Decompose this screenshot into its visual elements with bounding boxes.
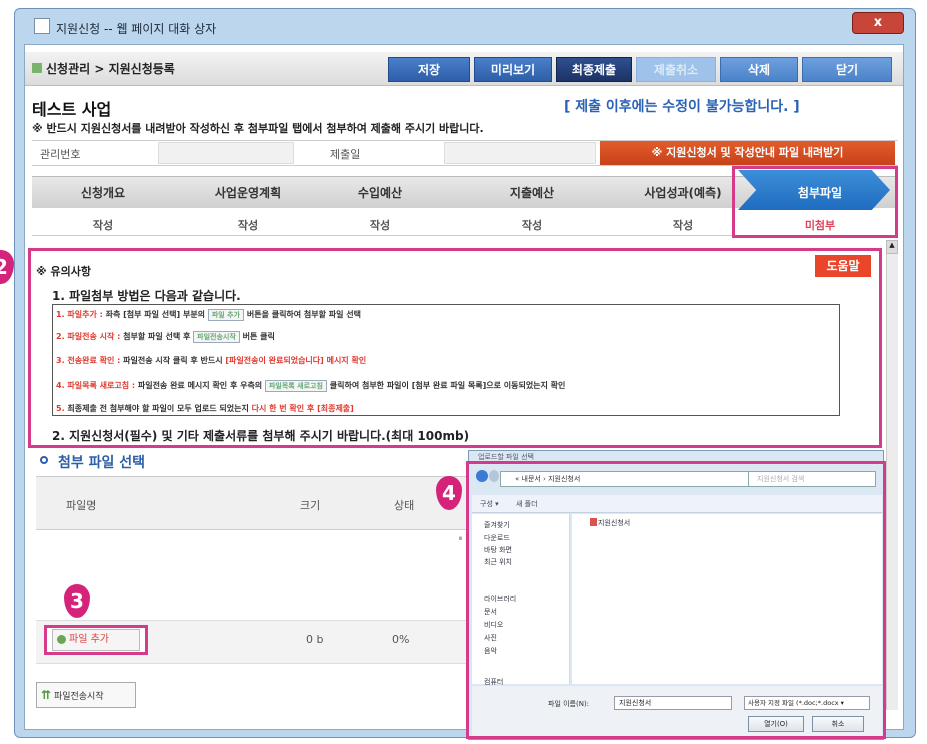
column-status: 상태 <box>394 499 415 512</box>
tab-overview[interactable]: 신청개요 <box>48 184 158 201</box>
add-file-button[interactable]: 파일 추가 <box>52 629 140 651</box>
step-key: 1. 파일추가 : <box>56 310 103 319</box>
add-icon <box>57 634 66 644</box>
step-tail: 버튼 클릭 <box>242 332 275 341</box>
guide-step-2: 2. 파일전송 시작 : 첨부할 파일 선택 후 파일전송시작 버튼 클릭 <box>56 331 275 343</box>
window-close-button[interactable]: x <box>852 12 904 34</box>
guide-heading: ※ 유의사항 <box>36 265 92 278</box>
guide-step-1: 1. 파일추가 : 좌측 [첨부 파일 선택] 부분의 파일 추가 버튼을 클릭… <box>56 309 361 321</box>
column-size: 크기 <box>300 499 321 512</box>
file-size: 0 b <box>306 633 324 646</box>
cancel-submit-button: 제출취소 <box>636 57 716 82</box>
step-text: 파일전송 시작 클릭 후 반드시 <box>123 356 223 365</box>
grid-icon <box>32 63 42 73</box>
step-text: 첨부할 파일 선택 후 <box>123 332 191 341</box>
guide-step-4: 4. 파일목록 새로고침 : 파일전송 완료 메시지 확인 후 우측의 파일목록… <box>56 380 565 392</box>
submit-date-value <box>444 142 596 164</box>
step-tail: 클릭하여 첨부한 파일이 [첨부 완료 파일 목록]으로 이동되었는지 확인 <box>329 381 566 390</box>
guide-step-5: 5. 최종제출 전 첨부해야 할 파일이 모두 업로드 되었는지 다시 한 번 … <box>56 403 354 414</box>
step-key: 3. 전송완료 확인 : <box>56 356 121 365</box>
delete-button[interactable]: 삭제 <box>720 57 798 82</box>
add-file-label: 파일 추가 <box>69 634 109 645</box>
upload-start-label: 파일전송시작 <box>53 692 104 702</box>
tab-income-budget[interactable]: 수입예산 <box>330 184 430 201</box>
bullet-circle-icon <box>40 456 48 464</box>
tab-expense-budget[interactable]: 지출예산 <box>482 184 582 201</box>
window-app-icon <box>34 18 50 34</box>
step-key: 5. <box>56 404 65 413</box>
tab-status: 작성 <box>369 219 391 232</box>
tab-status: 작성 <box>672 219 694 232</box>
step-text: 좌측 [첨부 파일 선택] 부분의 <box>105 310 206 319</box>
upload-start-button[interactable]: ⇈ 파일전송시작 <box>36 682 136 708</box>
guide-h2: 2. 지원신청서(필수) 및 기타 제출서류를 첨부해 주시기 바랍니다.(최대… <box>52 429 470 443</box>
step-tail: 버튼을 클릭하여 첨부할 파일 선택 <box>246 310 362 319</box>
submit-notice: [ 제출 이후에는 수정이 불가능합니다. ] <box>564 99 800 115</box>
final-submit-button[interactable]: 최종제출 <box>556 57 632 82</box>
tab-operation-plan[interactable]: 사업운영계획 <box>188 184 308 201</box>
tab-status: 작성 <box>521 219 543 232</box>
step-key: 4. 파일목록 새로고침 : <box>56 381 136 390</box>
mgmt-no-label: 관리번호 <box>40 148 81 161</box>
step-tail: [파일전송이 완료되었습니다] 메시지 확인 <box>225 356 367 365</box>
highlight-box-dialog <box>466 461 886 739</box>
file-section-title: 첨부 파일 선택 <box>58 455 146 471</box>
tab-performance[interactable]: 사업성과(예측) <box>616 184 750 201</box>
step-text: 파일전송 완료 메시지 확인 후 우측의 <box>137 381 263 390</box>
tab-status: 작성 <box>237 219 259 232</box>
column-file-name: 파일명 <box>66 499 97 512</box>
close-button[interactable]: 닫기 <box>802 57 892 82</box>
guide-h1: 1. 파일첨부 방법은 다음과 같습니다. <box>52 289 241 303</box>
mgmt-no-value <box>158 142 294 164</box>
tab-status: 작성 <box>92 219 114 232</box>
loading-indicator: · <box>456 522 465 555</box>
step-tail: 다시 한 번 확인 후 [최종제출] <box>251 404 354 413</box>
help-button[interactable]: 도움말 <box>815 255 871 277</box>
step-button-sample: 파일목록 새로고침 <box>264 380 327 392</box>
step-key: 2. 파일전송 시작 : <box>56 332 121 341</box>
save-button[interactable]: 저장 <box>388 57 470 82</box>
instruction-text: ※ 반드시 지원신청서를 내려받아 작성하신 후 첨부파일 탭에서 첨부하여 제… <box>32 122 484 135</box>
highlight-box-attachment-tab <box>732 166 898 238</box>
breadcrumb: 신청관리 > 지원신청등록 <box>46 62 175 76</box>
step-text: 최종제출 전 첨부해야 할 파일이 모두 업로드 되었는지 <box>67 404 249 413</box>
download-form-button[interactable]: ※ 지원신청서 및 작성안내 파일 내려받기 <box>600 141 895 165</box>
submit-date-label: 제출일 <box>330 148 361 161</box>
guide-step-3: 3. 전송완료 확인 : 파일전송 시작 클릭 후 반드시 [파일전송이 완료되… <box>56 355 366 366</box>
file-progress: 0% <box>392 633 410 646</box>
step-badge-2: 2 <box>0 250 14 284</box>
page-title: 테스트 사업 <box>32 100 112 119</box>
scrollbar[interactable] <box>886 240 898 710</box>
upload-arrow-icon: ⇈ <box>41 688 52 702</box>
step-button-sample: 파일전송시작 <box>193 331 240 343</box>
window-title: 지원신청 -- 웹 페이지 대화 상자 <box>56 22 217 36</box>
step-button-sample: 파일 추가 <box>207 309 245 321</box>
preview-button[interactable]: 미리보기 <box>474 57 552 82</box>
scroll-up-icon[interactable]: ▲ <box>886 240 898 254</box>
